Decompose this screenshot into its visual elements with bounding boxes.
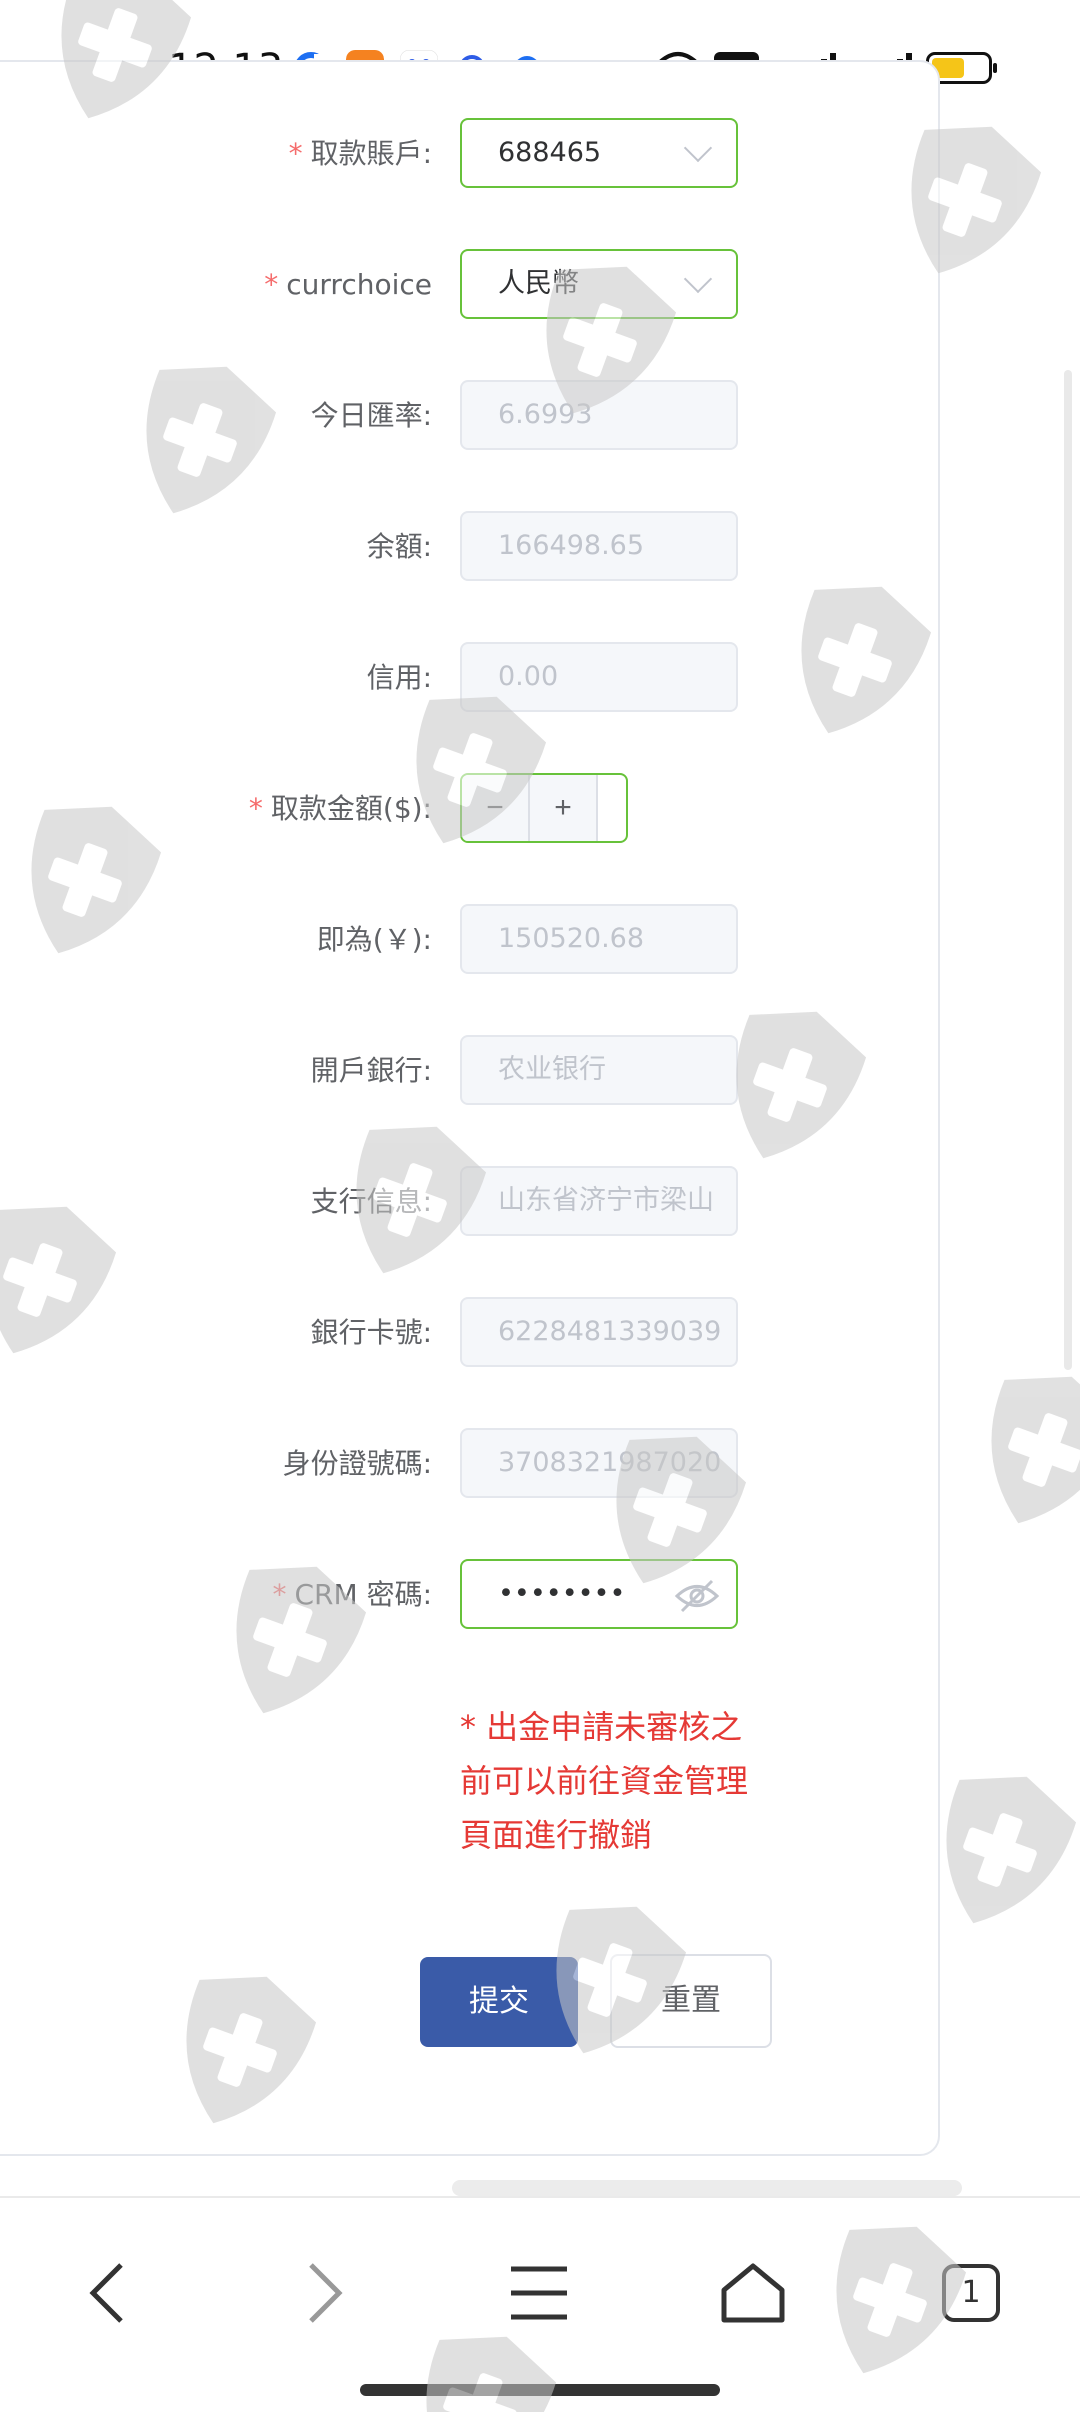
id-number-field: 3708321987020: [460, 1428, 738, 1498]
exchange-rate-field: 6.6993: [460, 380, 738, 450]
form-row-branch: 支行信息: 山东省济宁市梁山: [0, 1166, 1000, 1238]
equivalent-label: 即為(￥):: [316, 923, 432, 956]
form-row-withdraw-account: * 取款賬戶: 688465: [0, 118, 1000, 190]
withdraw-amount-stepper[interactable]: − +: [460, 773, 628, 843]
crm-password-label: * CRM 密碼:: [273, 1559, 433, 1631]
form-row-equivalent: 即為(￥): 150520.68: [0, 904, 1000, 976]
equivalent-field: 150520.68: [460, 904, 738, 974]
branch-label: 支行信息:: [310, 1185, 432, 1218]
label-text: 取款賬戶:: [310, 137, 432, 170]
form-row-balance: 余額: 166498.65: [0, 511, 1000, 583]
card-number-label: 銀行卡號:: [310, 1316, 432, 1349]
chevron-down-icon: [683, 264, 713, 294]
required-mark: *: [272, 1578, 287, 1611]
home-indicator[interactable]: [360, 2384, 720, 2396]
form-row-card-number: 銀行卡號: 6228481339039: [0, 1297, 1000, 1369]
withdraw-account-label: * 取款賬戶:: [289, 118, 432, 190]
chevron-down-icon: [683, 133, 713, 163]
menu-button[interactable]: [494, 2248, 584, 2338]
exchange-rate-label: 今日匯率:: [310, 399, 432, 432]
form-row-withdraw-amount: * 取款金額($): − +: [0, 773, 1000, 845]
vertical-scrollbar[interactable]: [1064, 370, 1072, 1370]
withdraw-account-select[interactable]: 688465: [460, 118, 738, 188]
form-row-exchange-rate: 今日匯率: 6.6993: [0, 380, 1000, 452]
forward-button[interactable]: [280, 2248, 370, 2338]
horizontal-scrollbar[interactable]: [452, 2180, 962, 2196]
home-icon: [721, 2263, 785, 2323]
required-mark: *: [288, 137, 303, 170]
label-text: 取款金額($):: [270, 792, 432, 825]
bank-field: 农业银行: [460, 1035, 738, 1105]
card-number-field: 6228481339039: [460, 1297, 738, 1367]
id-number-label: 身份證號碼:: [282, 1447, 432, 1480]
form-row-credit: 信用: 0.00: [0, 642, 1000, 714]
password-value: ••••••••: [498, 1578, 626, 1609]
home-button[interactable]: [708, 2248, 798, 2338]
crm-password-input[interactable]: ••••••••: [460, 1559, 738, 1629]
decrement-button[interactable]: −: [462, 775, 530, 841]
eye-hidden-icon[interactable]: [674, 1579, 720, 1613]
balance-label: 余額:: [366, 530, 432, 563]
tabs-button[interactable]: 1: [926, 2248, 1016, 2338]
chevron-right-icon: [309, 2263, 343, 2323]
chevron-left-icon: [89, 2263, 123, 2323]
increment-button[interactable]: +: [530, 775, 598, 841]
form-row-crm-password: * CRM 密碼: ••••••••: [0, 1559, 1000, 1631]
form-row-id-number: 身份證號碼: 3708321987020: [0, 1428, 1000, 1500]
credit-field: 0.00: [460, 642, 738, 712]
form-row-currency: * currchoice 人民幣: [0, 249, 1000, 321]
tab-count-badge: 1: [942, 2264, 1000, 2322]
hamburger-menu-icon: [511, 2266, 567, 2320]
select-value: 人民幣: [498, 268, 579, 299]
required-mark: *: [248, 792, 263, 825]
back-button[interactable]: [62, 2248, 152, 2338]
currency-label: * currchoice: [264, 249, 432, 321]
withdraw-notice: * 出金申請未審核之前可以前往資金管理頁面進行撤銷: [460, 1708, 749, 1854]
required-mark: *: [264, 268, 279, 301]
balance-field: 166498.65: [460, 511, 738, 581]
currency-select[interactable]: 人民幣: [460, 249, 738, 319]
form-row-bank: 開戶銀行: 农业银行: [0, 1035, 1000, 1107]
browser-bottom-nav: 1: [0, 2196, 1080, 2412]
credit-label: 信用:: [366, 661, 432, 694]
submit-button[interactable]: 提交: [420, 1957, 578, 2047]
select-value: 688465: [498, 137, 602, 168]
withdraw-amount-label: * 取款金額($):: [249, 773, 432, 845]
bank-label: 開戶銀行:: [310, 1054, 432, 1087]
reset-button[interactable]: 重置: [610, 1954, 772, 2048]
branch-field: 山东省济宁市梁山: [460, 1166, 738, 1236]
label-text: currchoice: [286, 268, 432, 301]
label-text: CRM 密碼:: [294, 1578, 433, 1611]
